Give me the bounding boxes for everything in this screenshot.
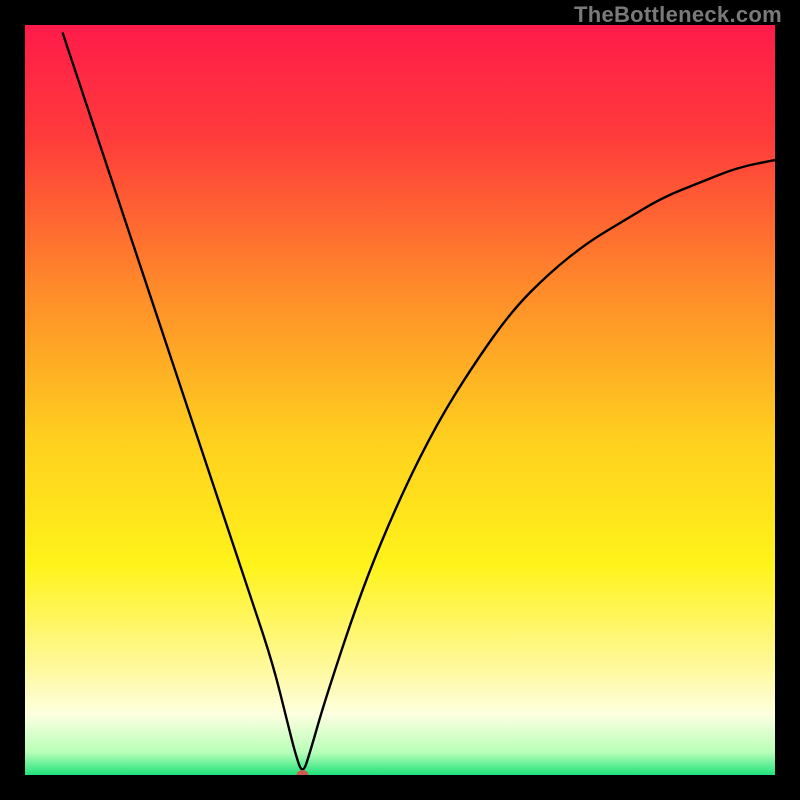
watermark-text: TheBottleneck.com: [574, 2, 782, 28]
plot-svg: [25, 25, 775, 775]
chart-container: TheBottleneck.com: [0, 0, 800, 800]
gradient-background: [25, 25, 775, 775]
plot-area: [25, 25, 775, 775]
